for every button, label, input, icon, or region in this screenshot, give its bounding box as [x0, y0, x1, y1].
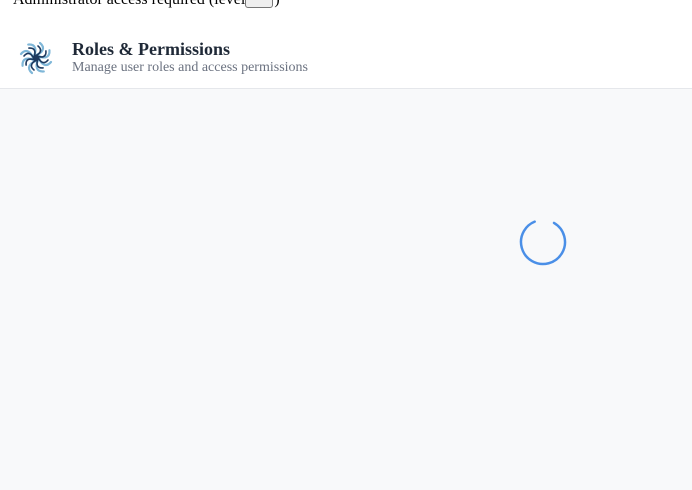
- loading-spinner-icon: [519, 218, 567, 266]
- page-header: Roles & Permissions Manage user roles an…: [0, 24, 692, 89]
- pinwheel-logo-icon: [19, 41, 53, 75]
- page: Administrator access required (level 98+…: [0, 0, 692, 490]
- page-title: Roles & Permissions: [72, 39, 230, 59]
- banner-button[interactable]: [245, 0, 273, 8]
- access-banner: Administrator access required (level 98+…: [0, 0, 692, 24]
- access-required-text: Administrator access required (level 98+…: [13, 0, 280, 10]
- page-subtitle: Manage user roles and access permissions: [72, 60, 308, 75]
- main-content: [0, 89, 692, 490]
